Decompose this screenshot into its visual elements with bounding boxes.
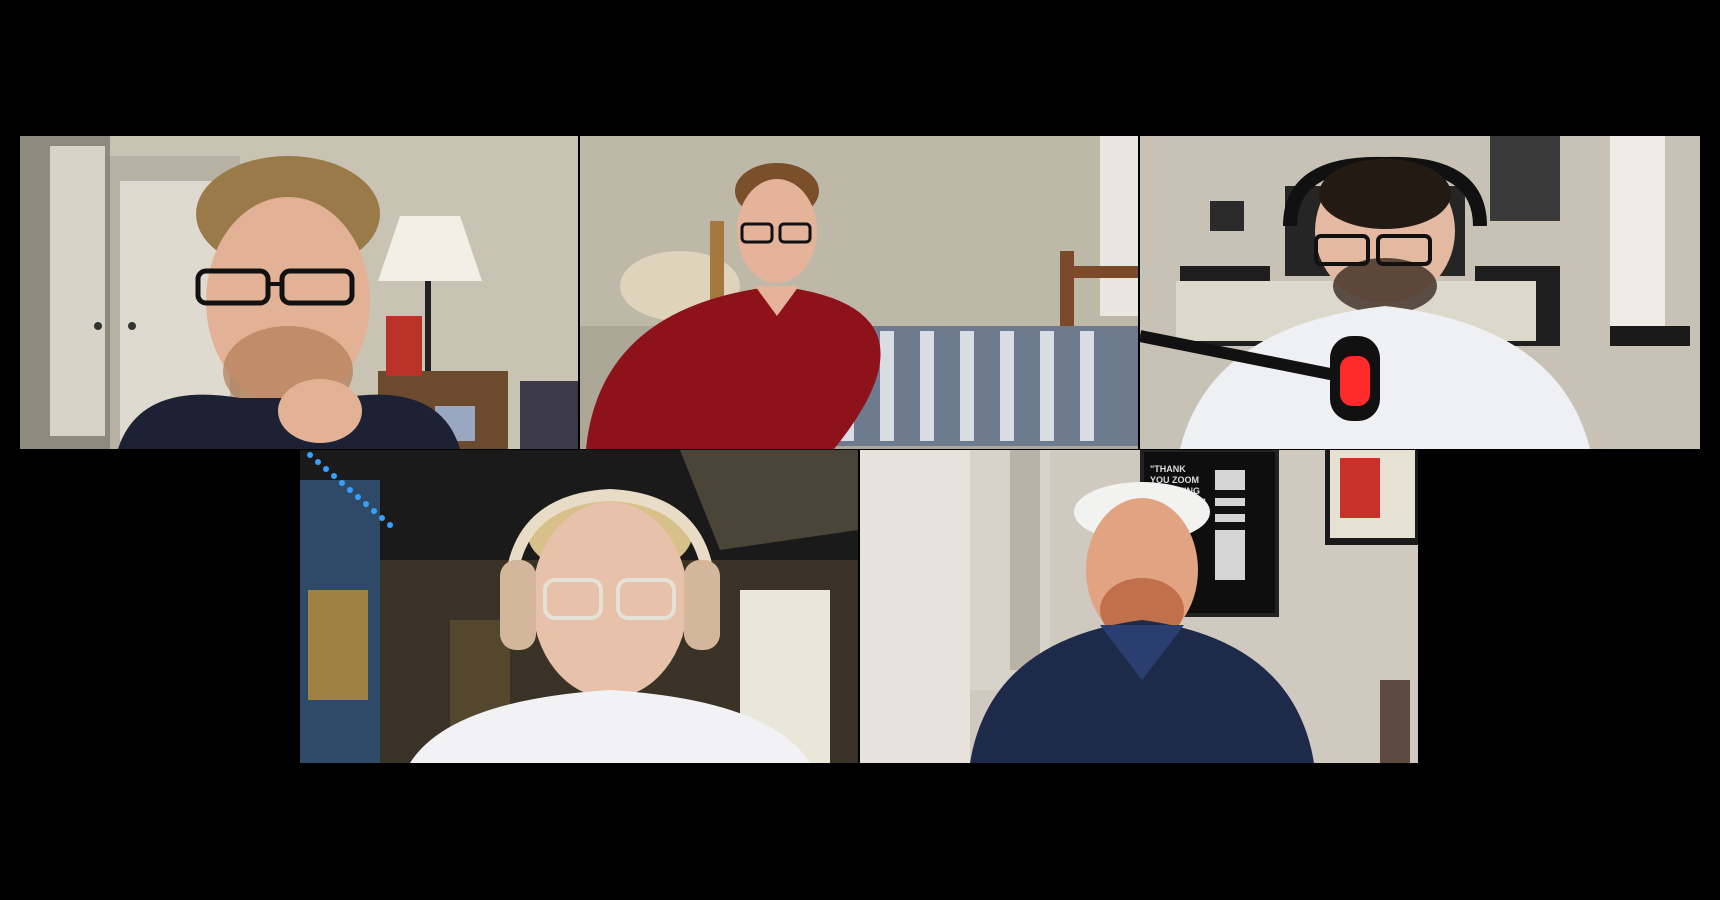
- participant-video-tile-2[interactable]: [580, 136, 1138, 449]
- participant-video-5: "THANK YOU ZOOM FOR BEING A PARTNER": [860, 450, 1418, 763]
- participant-video-tile-3[interactable]: [1140, 136, 1700, 449]
- participant-video-2: [580, 136, 1138, 449]
- participant-video-tile-1[interactable]: [20, 136, 578, 449]
- participant-video-3: [1140, 136, 1700, 449]
- participant-video-4: [300, 450, 858, 763]
- video-gallery: "THANK YOU ZOOM FOR BEING A PARTNER": [0, 0, 1720, 900]
- participant-video-1: [20, 136, 578, 449]
- participant-video-tile-5[interactable]: "THANK YOU ZOOM FOR BEING A PARTNER": [860, 450, 1418, 763]
- participant-video-tile-4[interactable]: [300, 450, 858, 763]
